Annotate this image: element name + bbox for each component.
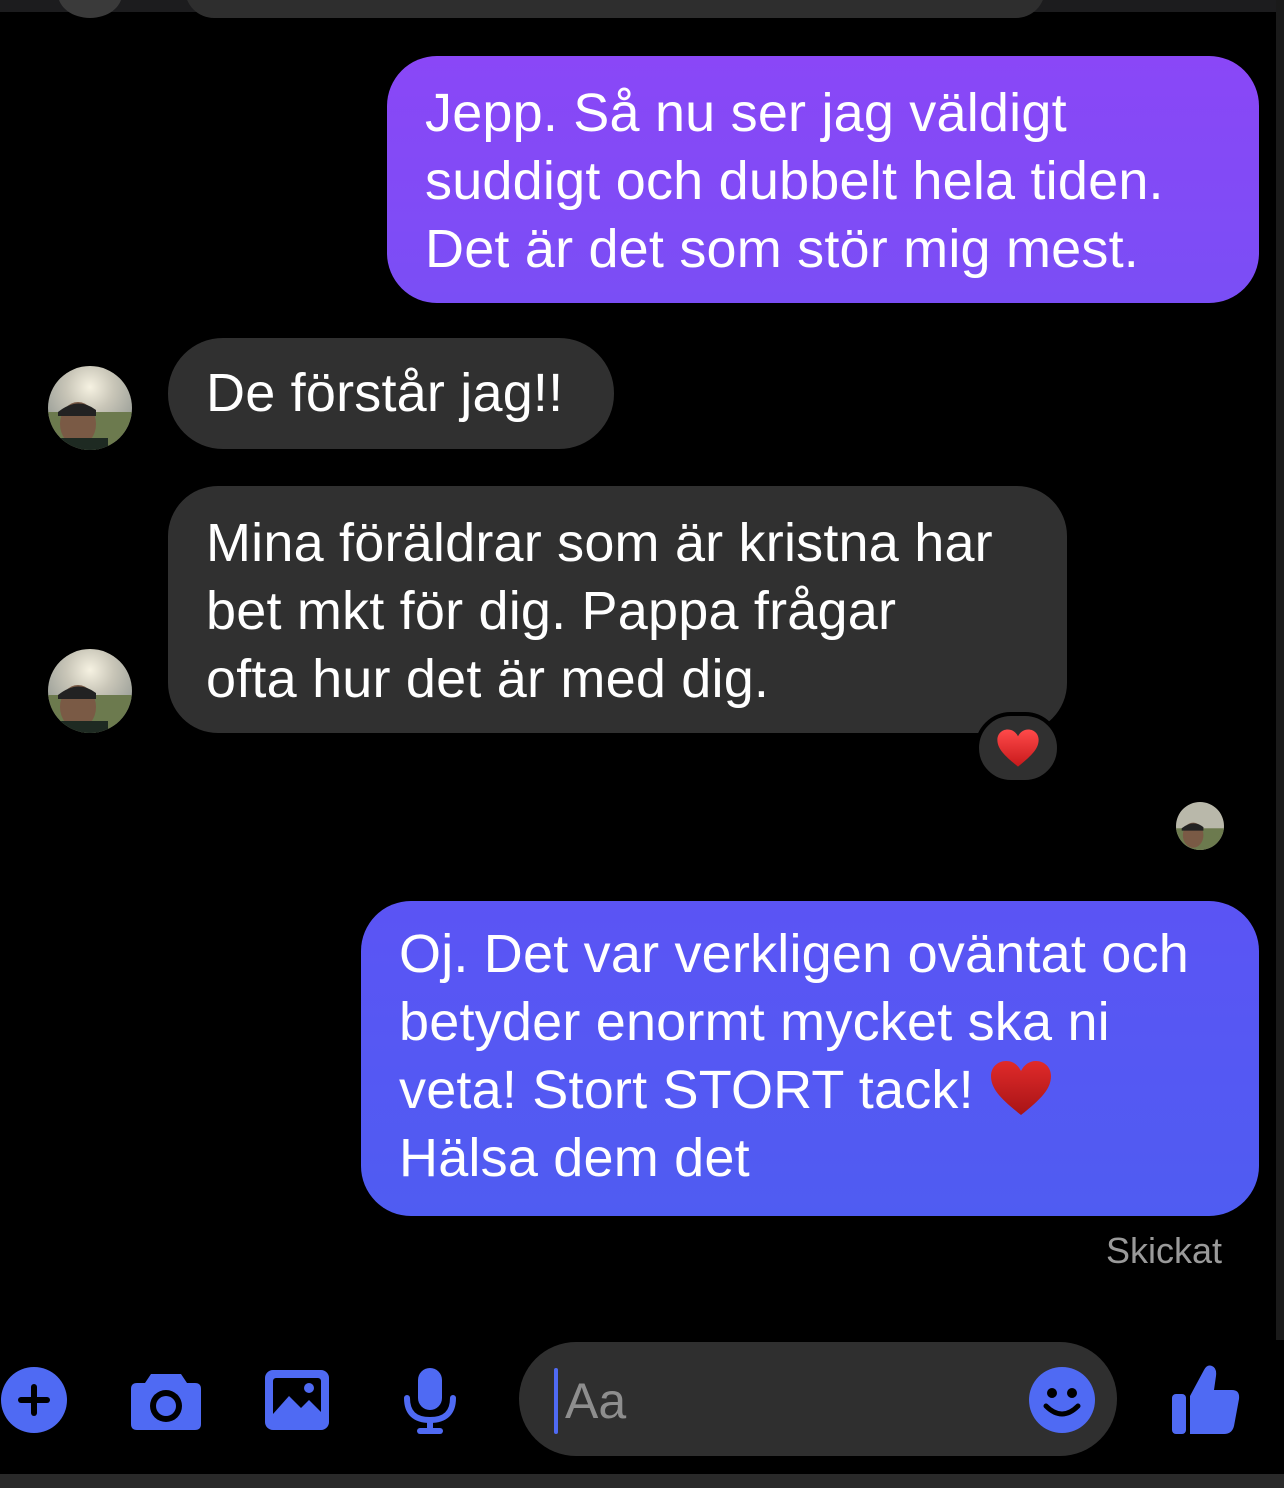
reaction-badge[interactable] [975,712,1061,784]
received-message-bubble[interactable]: Mina föräldrar som är kristna har bet mk… [168,486,1067,733]
message-input-placeholder: Aa [565,1373,627,1429]
microphone-icon[interactable] [403,1366,457,1436]
message-status: Skickat [1105,1230,1222,1271]
read-receipt-avatar [1176,802,1224,850]
bottom-edge [0,1474,1284,1488]
heart-emoji-icon [991,1061,1052,1115]
emoji-icon[interactable] [1028,1366,1096,1434]
message-text: Hälsa dem det [399,1128,750,1188]
avatar-partial [58,0,122,18]
thumbs-up-icon[interactable] [1170,1362,1242,1436]
message-bubble-partial[interactable] [185,0,1045,18]
sent-message-bubble[interactable]: Oj. Det var verkligen oväntat och betyde… [361,901,1259,1216]
received-message-bubble[interactable]: De förstår jag!! [168,338,614,449]
message-text: Oj. Det var verkligen oväntat och betyde… [399,924,1189,1120]
text-caret [554,1368,558,1434]
camera-icon[interactable] [129,1370,203,1432]
plus-icon[interactable] [0,1366,68,1434]
contact-avatar[interactable] [48,366,132,450]
contact-avatar[interactable] [48,649,132,733]
scrollbar-track[interactable] [1276,0,1284,1340]
heart-emoji-icon [997,729,1039,767]
image-icon[interactable] [263,1368,331,1432]
sent-message-bubble[interactable]: Jepp. Så nu ser jag väldigt suddigt och … [387,56,1259,303]
